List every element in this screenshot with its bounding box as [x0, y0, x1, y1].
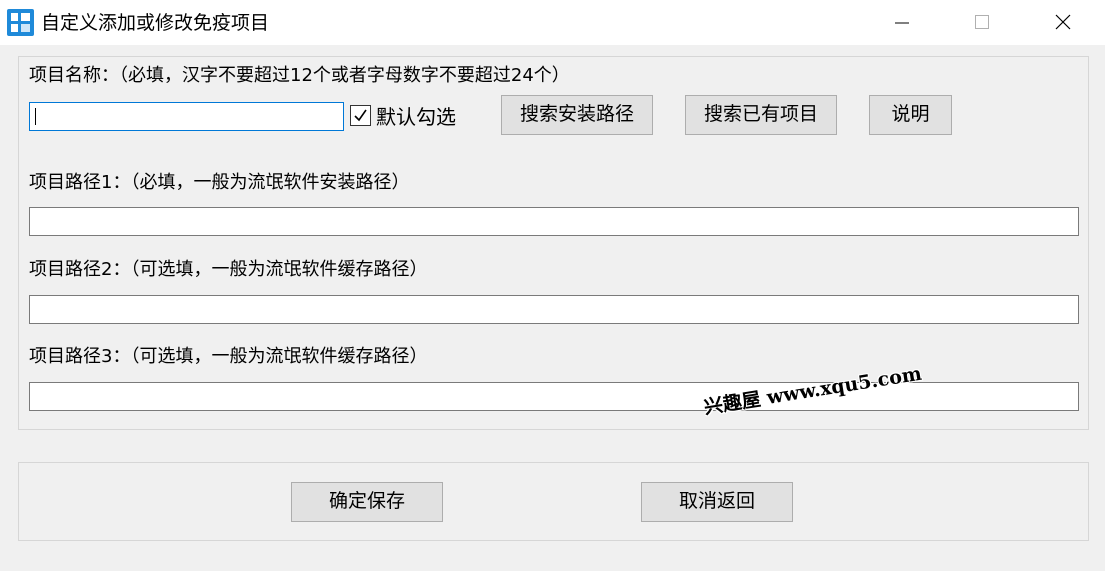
project-name-input[interactable]	[29, 102, 344, 131]
title-bar: 自定义添加或修改免疫项目	[0, 0, 1105, 45]
search-install-path-button[interactable]: 搜索安装路径	[501, 95, 653, 135]
project-name-label: 项目名称：（必填，汉字不要超过12个或者字母数字不要超过24个）	[29, 65, 570, 86]
search-existing-projects-button[interactable]: 搜索已有项目	[685, 95, 837, 135]
project-path-1-input[interactable]	[29, 207, 1079, 236]
project-path-2-label: 项目路径2：（可选填，一般为流氓软件缓存路径）	[29, 259, 428, 280]
help-button[interactable]: 说明	[869, 95, 952, 135]
maximize-icon	[975, 15, 989, 29]
window-title: 自定义添加或修改免疫项目	[41, 12, 270, 34]
project-path-1-label: 项目路径1：（必填，一般为流氓软件安装路径）	[29, 172, 410, 193]
close-icon	[1055, 14, 1071, 30]
project-path-3-label: 项目路径3：（可选填，一般为流氓软件缓存路径）	[29, 346, 428, 367]
default-checked-label: 默认勾选	[376, 105, 456, 129]
project-path-3-input[interactable]	[29, 382, 1079, 411]
maximize-button[interactable]	[952, 0, 1012, 45]
close-button[interactable]	[1033, 0, 1093, 45]
footer-group-box	[18, 462, 1089, 541]
project-path-2-input[interactable]	[29, 295, 1079, 324]
minimize-icon	[895, 22, 909, 24]
cancel-button[interactable]: 取消返回	[641, 482, 793, 522]
app-logo-icon	[7, 9, 34, 36]
save-button[interactable]: 确定保存	[291, 482, 443, 522]
default-checked-checkbox[interactable]	[350, 105, 371, 126]
text-caret	[35, 108, 36, 125]
minimize-button[interactable]	[872, 0, 932, 45]
checkmark-icon	[354, 109, 367, 122]
